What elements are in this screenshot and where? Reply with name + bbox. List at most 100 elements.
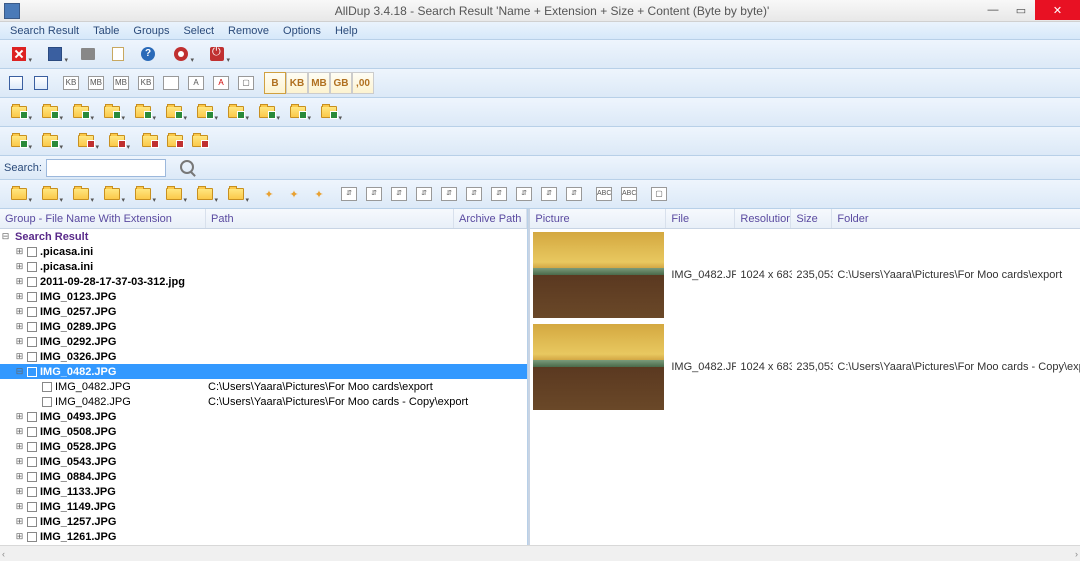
preview-grid[interactable]: IMG_0482.JPG1024 x 683235,053C:\Users\Ya… [530, 229, 1080, 545]
expand-icon[interactable]: ⊞ [14, 351, 25, 362]
power-button[interactable] [202, 42, 232, 66]
report-button[interactable] [106, 42, 130, 66]
tree-group[interactable]: ⊞IMG_0123.JPG [0, 289, 527, 304]
print-button[interactable] [76, 42, 100, 66]
checkbox[interactable] [42, 397, 52, 407]
tree-file[interactable]: IMG_0482.JPGC:\Users\Yaara\Pictures\For … [0, 394, 527, 409]
tree-group[interactable]: ⊞IMG_1289.JPG [0, 544, 527, 545]
folder-misc-1[interactable] [163, 129, 187, 153]
folder-deselect-0[interactable] [71, 129, 101, 153]
expand-icon[interactable]: ⊞ [14, 306, 25, 317]
expand-icon[interactable]: ⊞ [14, 246, 25, 257]
tree-file[interactable]: IMG_0482.JPGC:\Users\Yaara\Pictures\For … [0, 379, 527, 394]
checkbox[interactable] [27, 457, 37, 467]
view-sq-button[interactable]: ▢ [234, 71, 258, 95]
checkbox[interactable] [42, 382, 52, 392]
view-kb-button[interactable]: KB [59, 71, 83, 95]
folder-select-5[interactable] [159, 100, 189, 124]
expand-icon[interactable]: ⊞ [14, 441, 25, 452]
expand-icon[interactable]: ⊞ [14, 411, 25, 422]
collapse-icon[interactable]: ⊟ [14, 366, 25, 377]
folder-misc-2[interactable] [188, 129, 212, 153]
checkbox[interactable] [27, 442, 37, 452]
horizontal-scrollbar[interactable]: ‹› [0, 545, 1080, 561]
folder-select-10[interactable] [314, 100, 344, 124]
select-star-0[interactable]: ✦ [257, 182, 281, 206]
checkbox[interactable] [27, 427, 37, 437]
expand-icon[interactable]: ⊞ [14, 471, 25, 482]
view-mb2-button[interactable]: MB [109, 71, 133, 95]
size-unit-B[interactable]: B [264, 72, 286, 94]
col-folder[interactable]: Folder [832, 209, 1080, 228]
view-mb1-button[interactable]: MB [84, 71, 108, 95]
collapse-icon[interactable]: ⊟ [0, 231, 11, 242]
select-folder-4[interactable] [128, 182, 158, 206]
checkbox[interactable] [27, 517, 37, 527]
checkbox[interactable] [27, 412, 37, 422]
view-list-button[interactable] [4, 71, 28, 95]
tree-group[interactable]: ⊞IMG_1133.JPG [0, 484, 527, 499]
search-input[interactable] [46, 159, 166, 177]
preview-row[interactable]: IMG_0482.JPG1024 x 683235,053C:\Users\Ya… [530, 321, 1080, 413]
size-unit-comma00[interactable]: ,00 [352, 72, 374, 94]
col-file[interactable]: File [666, 209, 735, 228]
folder-select-7[interactable] [221, 100, 251, 124]
tree-group[interactable]: ⊞IMG_0884.JPG [0, 469, 527, 484]
folder-deselect-1[interactable] [102, 129, 132, 153]
menu-select[interactable]: Select [177, 24, 220, 38]
menu-remove[interactable]: Remove [222, 24, 275, 38]
select-folder-3[interactable] [97, 182, 127, 206]
folder-select-6[interactable] [190, 100, 220, 124]
menu-search-result[interactable]: Search Result [4, 24, 85, 38]
folder-select-1[interactable] [35, 100, 65, 124]
expand-icon[interactable]: ⊞ [14, 531, 25, 542]
select-folder-1[interactable] [35, 182, 65, 206]
select-op-6[interactable]: ⇵ [487, 182, 511, 206]
result-tree[interactable]: ⊟Search Result⊞.picasa.ini⊞.picasa.ini⊞2… [0, 229, 527, 545]
tree-group[interactable]: ⊞IMG_1261.JPG [0, 529, 527, 544]
menu-options[interactable]: Options [277, 24, 327, 38]
select-op-3[interactable]: ⇵ [412, 182, 436, 206]
view-a2-button[interactable]: A [209, 71, 233, 95]
folder-select-8[interactable] [252, 100, 282, 124]
menu-table[interactable]: Table [87, 24, 125, 38]
select-folder-7[interactable] [221, 182, 251, 206]
select-folder-5[interactable] [159, 182, 189, 206]
folder-select-9[interactable] [283, 100, 313, 124]
tree-group[interactable]: ⊞IMG_0528.JPG [0, 439, 527, 454]
select-folder-2[interactable] [66, 182, 96, 206]
select-abc-1[interactable]: ABC [617, 182, 641, 206]
select-op-9[interactable]: ⇵ [562, 182, 586, 206]
view-a-button[interactable]: A [184, 71, 208, 95]
tree-group[interactable]: ⊞IMG_0292.JPG [0, 334, 527, 349]
checkbox[interactable] [27, 292, 37, 302]
expand-icon[interactable]: ⊞ [14, 321, 25, 332]
folder-select-3[interactable] [97, 100, 127, 124]
select-folder-0[interactable] [4, 182, 34, 206]
tree-group[interactable]: ⊞IMG_1149.JPG [0, 499, 527, 514]
checkbox[interactable] [27, 307, 37, 317]
col-picture[interactable]: Picture [530, 209, 666, 228]
pinterest-button[interactable] [166, 42, 196, 66]
tree-group[interactable]: ⊞IMG_0289.JPG [0, 319, 527, 334]
size-unit-MB[interactable]: MB [308, 72, 330, 94]
size-unit-GB[interactable]: GB [330, 72, 352, 94]
expand-icon[interactable]: ⊞ [14, 456, 25, 467]
checkbox[interactable] [27, 367, 37, 377]
expand-icon[interactable]: ⊞ [14, 426, 25, 437]
select-op-5[interactable]: ⇵ [462, 182, 486, 206]
view-blank-button[interactable] [159, 71, 183, 95]
expand-icon[interactable]: ⊞ [14, 291, 25, 302]
tree-group[interactable]: ⊞IMG_0326.JPG [0, 349, 527, 364]
expand-icon[interactable]: ⊞ [14, 486, 25, 497]
tree-group[interactable]: ⊞IMG_0543.JPG [0, 454, 527, 469]
menu-groups[interactable]: Groups [127, 24, 175, 38]
expand-icon[interactable]: ⊞ [14, 516, 25, 527]
size-unit-KB[interactable]: KB [286, 72, 308, 94]
maximize-button[interactable]: ▭ [1007, 0, 1035, 20]
tree-group[interactable]: ⊞IMG_1257.JPG [0, 514, 527, 529]
expand-icon[interactable]: ⊞ [14, 261, 25, 272]
checkbox[interactable] [27, 532, 37, 542]
select-op-2[interactable]: ⇵ [387, 182, 411, 206]
select-op-0[interactable]: ⇵ [337, 182, 361, 206]
